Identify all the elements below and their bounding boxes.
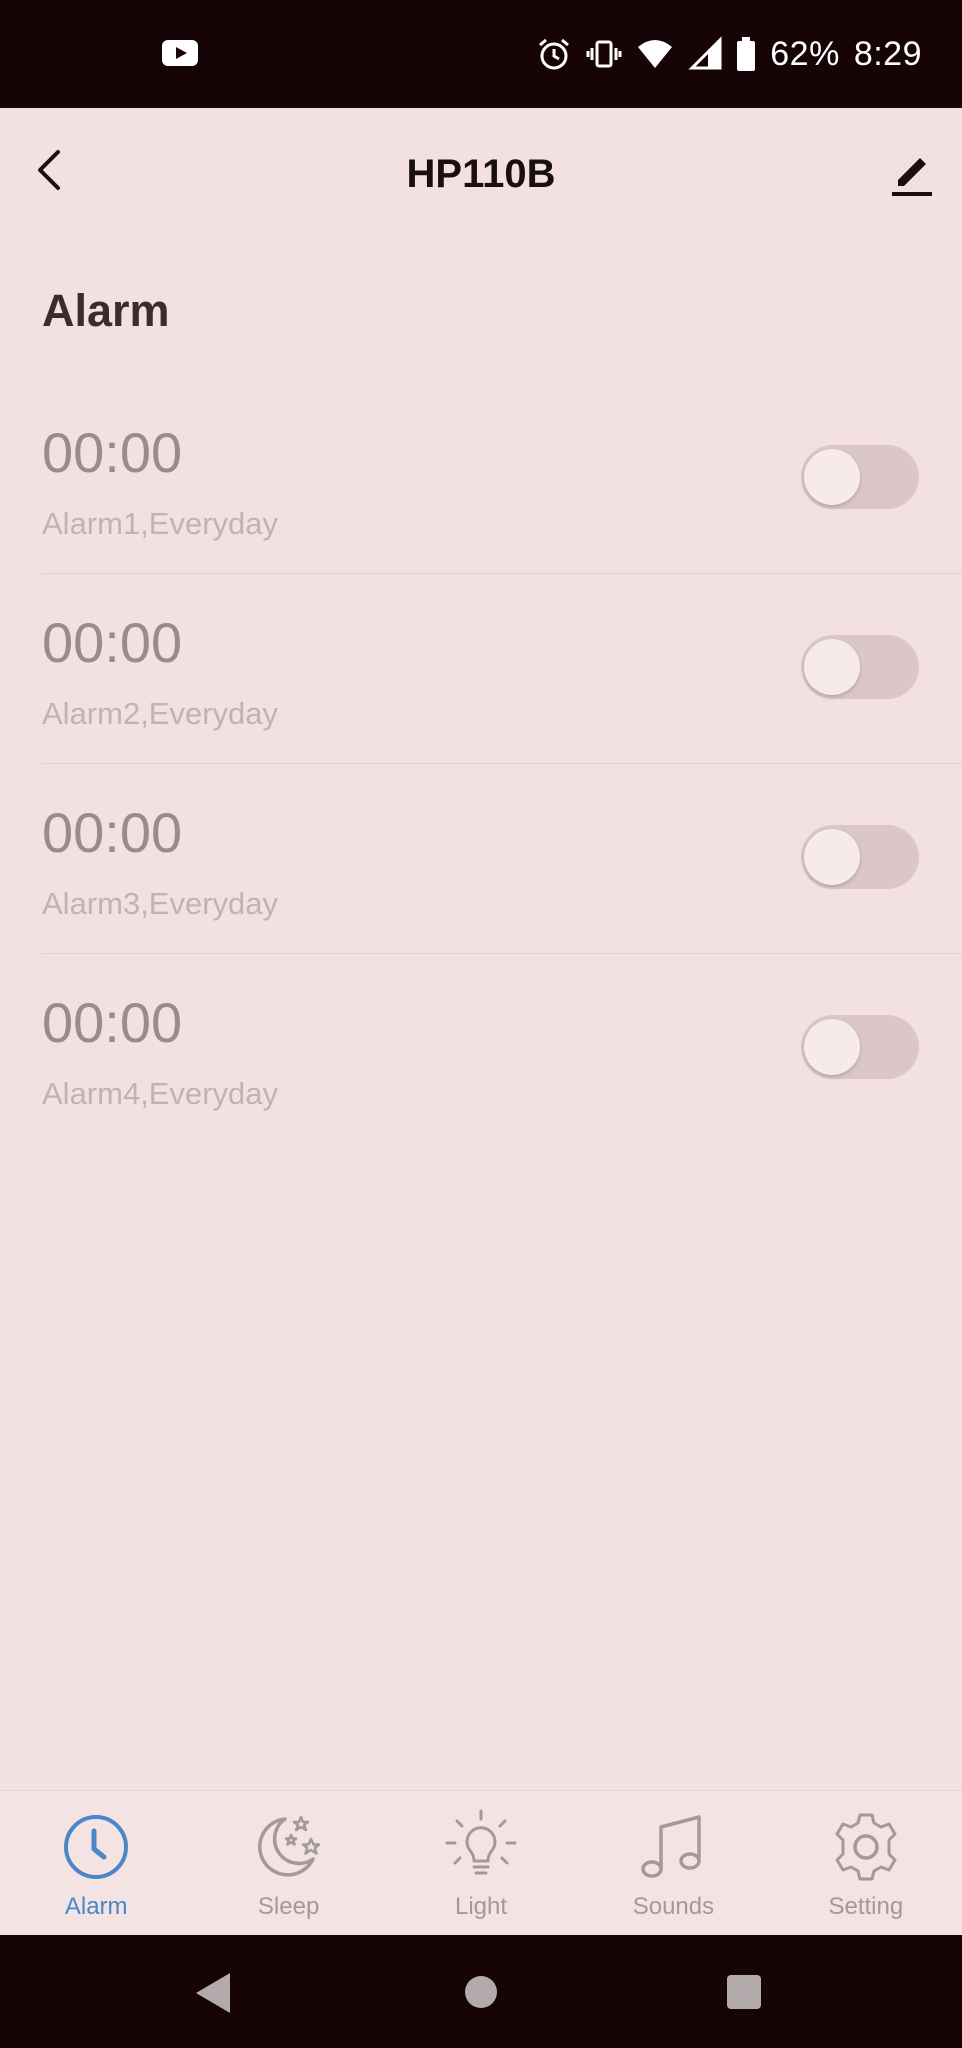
status-icons: 62% 8:29	[536, 34, 922, 74]
clock-icon	[64, 1815, 129, 1879]
alarm-time: 00:00	[42, 421, 183, 484]
alarm-row[interactable]: 00:00 Alarm3,Everyday	[42, 764, 962, 954]
alarm-subtitle: Alarm2,Everyday	[42, 696, 279, 731]
tab-label: Alarm	[64, 1893, 128, 1920]
edit-pencil-icon	[892, 158, 932, 196]
alarm-toggle[interactable]	[801, 825, 919, 889]
system-nav-bar	[0, 1935, 962, 2048]
signal-icon	[688, 36, 722, 70]
tab-setting[interactable]: Setting	[770, 1791, 962, 1936]
nav-back-button[interactable]	[196, 1973, 230, 2013]
edit-button[interactable]	[886, 146, 938, 198]
toggle-knob	[804, 639, 860, 695]
app-bar: HP110B	[0, 108, 962, 238]
alarm-subtitle: Alarm3,Everyday	[42, 886, 279, 921]
battery-percent: 62%	[770, 34, 840, 73]
alarm-list: 00:00 Alarm1,Everyday 00:00 Alarm2,Every…	[0, 384, 962, 1143]
tab-label: Setting	[828, 1893, 904, 1920]
tab-light[interactable]: Light	[385, 1791, 577, 1936]
nav-recents-button[interactable]	[727, 1975, 761, 2009]
section-title: Alarm	[42, 285, 170, 336]
tab-label: Sleep	[257, 1893, 320, 1920]
toggle-knob	[804, 449, 860, 505]
lightbulb-icon	[445, 1809, 517, 1875]
bottom-tab-bar: Alarm Sleep Light Sounds Setting	[0, 1790, 962, 1936]
alarm-icon	[539, 38, 570, 70]
alarm-time: 00:00	[42, 801, 183, 864]
tab-label: Sounds	[632, 1893, 715, 1920]
alarm-subtitle: Alarm4,Everyday	[42, 1076, 279, 1111]
alarm-toggle[interactable]	[801, 1015, 919, 1079]
page-title: HP110B	[406, 152, 556, 196]
toggle-knob	[804, 829, 860, 885]
youtube-icon	[162, 40, 198, 66]
clock-time: 8:29	[853, 34, 922, 73]
alarm-time: 00:00	[42, 991, 183, 1054]
vibrate-icon	[586, 40, 622, 68]
alarm-row[interactable]: 00:00 Alarm4,Everyday	[42, 954, 962, 1143]
alarm-row[interactable]: 00:00 Alarm2,Everyday	[42, 574, 962, 764]
wifi-icon	[638, 40, 673, 68]
toggle-knob	[804, 1019, 860, 1075]
nav-home-button[interactable]	[465, 1976, 497, 2008]
alarm-time: 00:00	[42, 611, 183, 674]
alarm-subtitle: Alarm1,Everyday	[42, 506, 279, 541]
tab-sounds[interactable]: Sounds	[577, 1791, 769, 1936]
gear-icon	[835, 1813, 897, 1881]
alarm-row[interactable]: 00:00 Alarm1,Everyday	[42, 384, 962, 574]
tab-sleep[interactable]: Sleep	[192, 1791, 384, 1936]
tab-alarm[interactable]: Alarm	[0, 1791, 192, 1936]
moon-stars-icon	[257, 1815, 320, 1877]
status-bar: 62% 8:29	[0, 0, 962, 108]
alarm-toggle[interactable]	[801, 445, 919, 509]
alarm-toggle[interactable]	[801, 635, 919, 699]
battery-icon	[737, 37, 756, 71]
music-note-icon	[641, 1815, 702, 1878]
tab-label: Light	[454, 1893, 508, 1920]
